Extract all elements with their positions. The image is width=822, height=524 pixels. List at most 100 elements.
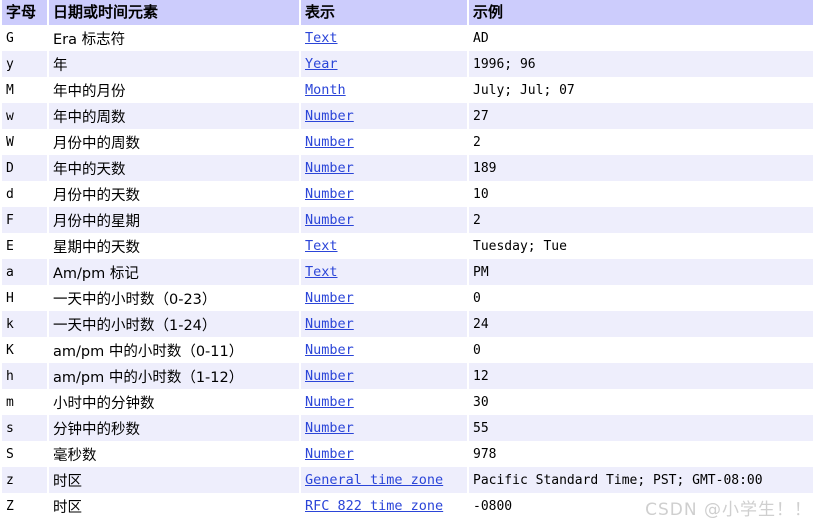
cell-presentation: Number xyxy=(301,129,467,155)
cell-presentation: Text xyxy=(301,25,467,51)
table-row: z 时区 General time zone Pacific Standard Tim… xyxy=(2,467,813,493)
table-row: W 月份中的周数 Number 2 xyxy=(2,129,813,155)
cell-element: 年中的天数 xyxy=(49,155,299,181)
cell-letter: F xyxy=(2,207,47,233)
table-row: d 月份中的天数 Number 10 xyxy=(2,181,813,207)
cell-presentation: Number xyxy=(301,181,467,207)
presentation-link[interactable]: RFC 822 time zone xyxy=(305,498,443,514)
table-row: E 星期中的天数 Text Tuesday; Tue xyxy=(2,233,813,259)
table-row: a Am/pm 标记 Text PM xyxy=(2,259,813,285)
cell-letter: h xyxy=(2,363,47,389)
cell-presentation: Number xyxy=(301,103,467,129)
cell-example: 189 xyxy=(469,155,813,181)
presentation-link[interactable]: Number xyxy=(305,160,354,176)
table-header: 字母 日期或时间元素 表示 示例 xyxy=(2,0,813,25)
cell-element: 一天中的小时数（1-24） xyxy=(49,311,299,337)
presentation-link[interactable]: Number xyxy=(305,212,354,228)
presentation-link[interactable]: Number xyxy=(305,134,354,150)
cell-letter: H xyxy=(2,285,47,311)
presentation-link[interactable]: Number xyxy=(305,420,354,436)
cell-presentation: Number xyxy=(301,207,467,233)
table-row: k 一天中的小时数（1-24） Number 24 xyxy=(2,311,813,337)
cell-element: 星期中的天数 xyxy=(49,233,299,259)
cell-element: 年中的月份 xyxy=(49,77,299,103)
cell-letter: y xyxy=(2,51,47,77)
cell-presentation: Number xyxy=(301,415,467,441)
cell-presentation: Number xyxy=(301,285,467,311)
cell-letter: k xyxy=(2,311,47,337)
cell-element: Am/pm 标记 xyxy=(49,259,299,285)
cell-presentation: Number xyxy=(301,389,467,415)
presentation-link[interactable]: Number xyxy=(305,290,354,306)
cell-letter: Z xyxy=(2,493,47,519)
cell-element: 年中的周数 xyxy=(49,103,299,129)
column-header-presentation: 表示 xyxy=(301,0,467,25)
presentation-link[interactable]: Year xyxy=(305,56,338,72)
cell-letter: d xyxy=(2,181,47,207)
table-row: D 年中的天数 Number 189 xyxy=(2,155,813,181)
presentation-link[interactable]: Month xyxy=(305,82,346,98)
table-row: Kam/pm 中的小时数（0-11） Number 0 xyxy=(2,337,813,363)
cell-letter: S xyxy=(2,441,47,467)
cell-presentation: Text xyxy=(301,259,467,285)
cell-example: 10 xyxy=(469,181,813,207)
cell-example: PM xyxy=(469,259,813,285)
cell-presentation: Month xyxy=(301,77,467,103)
cell-element: 一天中的小时数（0-23） xyxy=(49,285,299,311)
cell-presentation: RFC 822 time zone xyxy=(301,493,467,519)
cell-element: Era 标志符 xyxy=(49,25,299,51)
cell-element: 毫秒数 xyxy=(49,441,299,467)
table-header-row: 字母 日期或时间元素 表示 示例 xyxy=(2,0,813,25)
date-format-pattern-table: 字母 日期或时间元素 表示 示例 G Era 标志符 Text AD y 年 Year 199… xyxy=(0,0,815,519)
presentation-link[interactable]: Number xyxy=(305,368,354,384)
cell-example: AD xyxy=(469,25,813,51)
cell-presentation: Text xyxy=(301,233,467,259)
cell-element: 月份中的星期 xyxy=(49,207,299,233)
presentation-link[interactable]: Number xyxy=(305,446,354,462)
table-row: m 小时中的分钟数 Number 30 xyxy=(2,389,813,415)
cell-element: am/pm 中的小时数（0-11） xyxy=(49,337,299,363)
table-row: F 月份中的星期 Number 2 xyxy=(2,207,813,233)
table-body: G Era 标志符 Text AD y 年 Year 1996; 96 M 年中的月份 Month J… xyxy=(2,25,813,519)
table-row: w 年中的周数 Number 27 xyxy=(2,103,813,129)
cell-example: July; Jul; 07 xyxy=(469,77,813,103)
cell-letter: D xyxy=(2,155,47,181)
cell-letter: G xyxy=(2,25,47,51)
column-header-element: 日期或时间元素 xyxy=(49,0,299,25)
cell-presentation: Number xyxy=(301,311,467,337)
cell-element: 小时中的分钟数 xyxy=(49,389,299,415)
presentation-link[interactable]: Text xyxy=(305,238,338,254)
cell-element: 月份中的天数 xyxy=(49,181,299,207)
presentation-link[interactable]: Number xyxy=(305,394,354,410)
presentation-link[interactable]: Number xyxy=(305,316,354,332)
column-header-letter: 字母 xyxy=(2,0,47,25)
cell-example: Tuesday; Tue xyxy=(469,233,813,259)
presentation-link[interactable]: Text xyxy=(305,30,338,46)
cell-letter: M xyxy=(2,77,47,103)
presentation-link[interactable]: Number xyxy=(305,186,354,202)
presentation-link[interactable]: General time zone xyxy=(305,472,443,488)
cell-example: 55 xyxy=(469,415,813,441)
cell-element: 年 xyxy=(49,51,299,77)
cell-example: 24 xyxy=(469,311,813,337)
cell-letter: K xyxy=(2,337,47,363)
cell-presentation: Number xyxy=(301,155,467,181)
cell-example: 978 xyxy=(469,441,813,467)
cell-example: 30 xyxy=(469,389,813,415)
column-header-example: 示例 xyxy=(469,0,813,25)
cell-example: 1996; 96 xyxy=(469,51,813,77)
cell-example: 2 xyxy=(469,129,813,155)
table-row: H 一天中的小时数（0-23） Number 0 xyxy=(2,285,813,311)
cell-element: 月份中的周数 xyxy=(49,129,299,155)
cell-element: 分钟中的秒数 xyxy=(49,415,299,441)
cell-letter: z xyxy=(2,467,47,493)
presentation-link[interactable]: Number xyxy=(305,108,354,124)
presentation-link[interactable]: Number xyxy=(305,342,354,358)
presentation-link[interactable]: Text xyxy=(305,264,338,280)
cell-presentation: Number xyxy=(301,363,467,389)
table-row: M 年中的月份 Month July; Jul; 07 xyxy=(2,77,813,103)
cell-element: 时区 xyxy=(49,493,299,519)
cell-letter: W xyxy=(2,129,47,155)
cell-element: 时区 xyxy=(49,467,299,493)
table-row: S 毫秒数 Number 978 xyxy=(2,441,813,467)
